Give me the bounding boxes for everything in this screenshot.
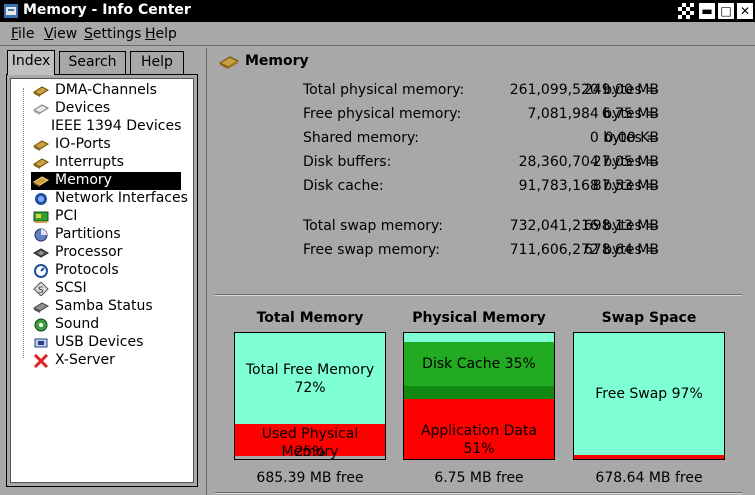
graph-segment-percent: 72%: [294, 379, 326, 396]
pci-card-icon: [33, 211, 49, 223]
panel-heading: Memory: [245, 53, 309, 69]
menu-help[interactable]: Help: [145, 26, 177, 42]
graph-physical-memory: Disk Cache 35% Application Data 51%: [403, 332, 555, 460]
tree-item-ieee1394[interactable]: IEEE 1394 Devices: [11, 118, 181, 136]
tree-frame: DMA-Channels Devices IEEE 1394 Devices I…: [6, 74, 198, 487]
tree-item-usb-devices[interactable]: USB Devices: [11, 334, 181, 352]
separator-bottom: [215, 492, 742, 494]
usb-icon: [34, 338, 48, 348]
tree-item-pci[interactable]: PCI: [11, 208, 181, 226]
memory-chip-icon: [33, 86, 49, 97]
tree-item-sound[interactable]: Sound: [11, 316, 181, 334]
info-label: Total swap memory:: [303, 218, 443, 234]
window-title: Memory - Info Center: [23, 2, 191, 18]
tree-item-processor[interactable]: Processor: [11, 244, 181, 262]
graph-segment: [404, 333, 554, 342]
tab-help[interactable]: Help: [130, 51, 184, 74]
info-size: 249.00 MB: [583, 82, 659, 98]
graph-segment-percent: 25%: [294, 444, 326, 460]
tab-index[interactable]: Index: [7, 50, 55, 75]
graph-footer-physical-memory: 6.75 MB free: [434, 470, 524, 486]
tree-item-interrupts[interactable]: Interrupts: [11, 154, 181, 172]
tree-item-io-ports[interactable]: IO-Ports: [11, 136, 181, 154]
memory-chip-icon: [219, 56, 239, 69]
info-label: Disk buffers:: [303, 154, 392, 170]
graph-segment-label: Application Data 51%: [420, 423, 538, 457]
menu-view[interactable]: View: [44, 26, 77, 42]
graph-segment: [404, 386, 554, 399]
close-button[interactable]: ✕: [737, 3, 753, 19]
memory-chip-icon: [33, 158, 49, 169]
tree-item-x-server[interactable]: X-Server: [11, 352, 181, 370]
info-size: 6.75 MB: [601, 106, 659, 122]
x-server-icon: [33, 354, 49, 368]
info-label: Free physical memory:: [303, 106, 462, 122]
graph-title-swap-space: Swap Space: [601, 310, 697, 326]
tab-search[interactable]: Search: [59, 51, 126, 74]
sound-icon: [34, 318, 48, 332]
samba-icon: [33, 302, 49, 313]
graph-footer-total-memory: 685.39 MB free: [256, 470, 364, 486]
minimize-button[interactable]: ▬: [699, 3, 715, 19]
info-label: Free swap memory:: [303, 242, 441, 258]
info-size: 0.00 KB: [604, 130, 659, 146]
graph-segment-label: Free Swap 97%: [595, 386, 703, 402]
device-icon: [33, 104, 49, 115]
graph-segment-label: Disk Cache 35%: [422, 356, 536, 372]
info-size: 27.05 MB: [592, 154, 659, 170]
partitions-icon: [34, 228, 48, 242]
tree-item-memory[interactable]: Memory: [31, 172, 181, 190]
memory-panel: Memory Total physical memory: 261,099,52…: [206, 48, 755, 495]
tree-item-samba-status[interactable]: Samba Status: [11, 298, 181, 316]
window-menu-icon[interactable]: [678, 3, 694, 19]
graph-total-memory: Total Free Memory 72% Used Physical Memory…: [234, 332, 386, 460]
tree-item-devices[interactable]: Devices: [11, 100, 181, 118]
info-size: 678.64 MB: [583, 242, 659, 258]
graph-swap-space: Free Swap 97%: [573, 332, 725, 460]
scsi-icon: S: [33, 282, 49, 296]
menu-settings[interactable]: Settings: [84, 26, 141, 42]
menu-file[interactable]: File: [11, 26, 34, 42]
info-size: 698.13 MB: [583, 218, 659, 234]
maximize-button[interactable]: □: [718, 3, 734, 19]
network-icon: [35, 193, 47, 205]
main-window: File View Settings Help Index Search Hel…: [0, 22, 755, 495]
tree-item-network-interfaces[interactable]: Network Interfaces: [11, 190, 188, 208]
info-center-icon: [4, 4, 18, 18]
memory-chip-icon: [33, 176, 49, 187]
graph-title-physical-memory: Physical Memory: [412, 310, 546, 326]
info-label: Shared memory:: [303, 130, 419, 146]
svg-text:S: S: [38, 286, 44, 296]
separator-top: [215, 294, 742, 296]
tree-item-dma-channels[interactable]: DMA-Channels: [11, 82, 181, 100]
module-tree[interactable]: DMA-Channels Devices IEEE 1394 Devices I…: [10, 78, 194, 483]
info-label: Total physical memory:: [303, 82, 465, 98]
graph-title-total-memory: Total Memory: [256, 310, 364, 326]
memory-chip-icon: [33, 140, 49, 151]
tree-item-scsi[interactable]: S SCSI: [11, 280, 181, 298]
graph-segment: [574, 455, 724, 459]
protocols-icon: [34, 264, 48, 278]
menu-bar: File View Settings Help: [0, 22, 755, 46]
info-label: Disk cache:: [303, 178, 384, 194]
info-size: 87.53 MB: [592, 178, 659, 194]
graph-segment-label: Total Free Memory: [245, 361, 375, 378]
processor-icon: [33, 248, 49, 258]
tree-item-partitions[interactable]: Partitions: [11, 226, 181, 244]
tree-item-protocols[interactable]: Protocols: [11, 262, 181, 280]
title-bar[interactable]: Memory - Info Center ▬ □ ✕: [0, 0, 755, 22]
graph-footer-swap-space: 678.64 MB free: [595, 470, 703, 486]
